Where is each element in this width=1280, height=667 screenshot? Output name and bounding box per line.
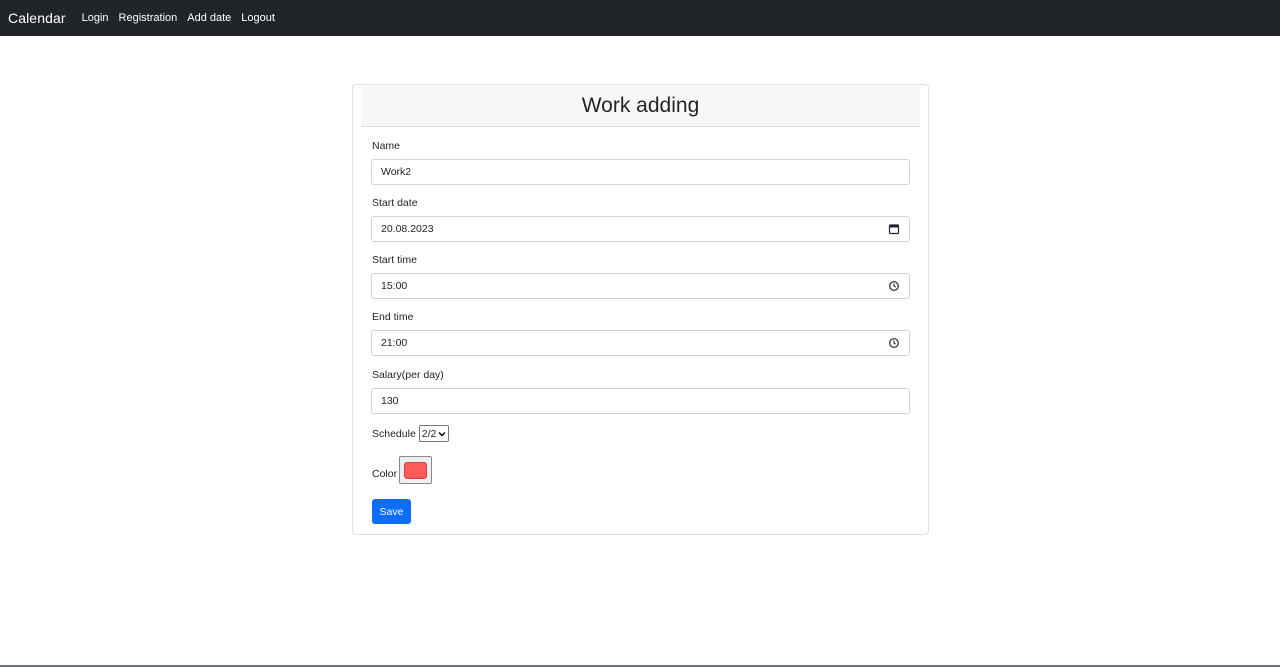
card-header: Work adding xyxy=(361,86,920,127)
salary-input[interactable]: 130 xyxy=(371,388,910,414)
schedule-selected-value: 2/2 xyxy=(421,427,437,440)
schedule-label: Schedule xyxy=(372,427,416,440)
nav-link-login[interactable]: Login xyxy=(82,12,109,24)
start-time-label: Start time xyxy=(372,254,417,266)
end-time-input[interactable]: 21:00 xyxy=(371,330,910,356)
save-button[interactable]: Save xyxy=(372,499,411,524)
start-time-value: 15:00 xyxy=(381,280,408,292)
color-label: Color xyxy=(372,468,398,480)
nav-link-logout[interactable]: Logout xyxy=(241,12,275,24)
calendar-icon[interactable] xyxy=(888,223,900,235)
start-time-input[interactable]: 15:00 xyxy=(371,273,910,299)
start-date-input[interactable]: 20.08.2023 xyxy=(371,216,910,242)
end-time-value: 21:00 xyxy=(381,337,408,349)
clock-icon[interactable] xyxy=(888,337,900,349)
navbar: Calendar Login Registration Add date Log… xyxy=(0,0,1280,36)
schedule-select[interactable]: 2/2 xyxy=(418,425,450,442)
start-date-value: 20.08.2023 xyxy=(381,223,434,235)
nav-link-add-date[interactable]: Add date xyxy=(187,12,231,24)
color-picker[interactable] xyxy=(399,456,433,484)
name-label: Name xyxy=(372,140,401,152)
clock-icon[interactable] xyxy=(888,280,900,292)
name-value: Work2 xyxy=(381,166,412,178)
end-time-label: End time xyxy=(372,311,414,323)
start-date-label: Start date xyxy=(372,197,418,209)
navbar-brand[interactable]: Calendar xyxy=(8,10,66,26)
page-title: Work adding xyxy=(581,94,700,117)
color-row: Color xyxy=(372,456,433,484)
name-input[interactable]: Work2 xyxy=(371,159,910,185)
salary-value: 130 xyxy=(381,395,399,407)
salary-label: Salary(per day) xyxy=(372,369,444,381)
schedule-row: Schedule 2/2 xyxy=(372,425,450,442)
chevron-down-icon xyxy=(438,431,446,436)
work-form-card: Work adding Name Work2 Start date 20.08.… xyxy=(352,84,929,535)
nav-link-registration[interactable]: Registration xyxy=(119,12,178,24)
color-swatch xyxy=(404,461,428,479)
